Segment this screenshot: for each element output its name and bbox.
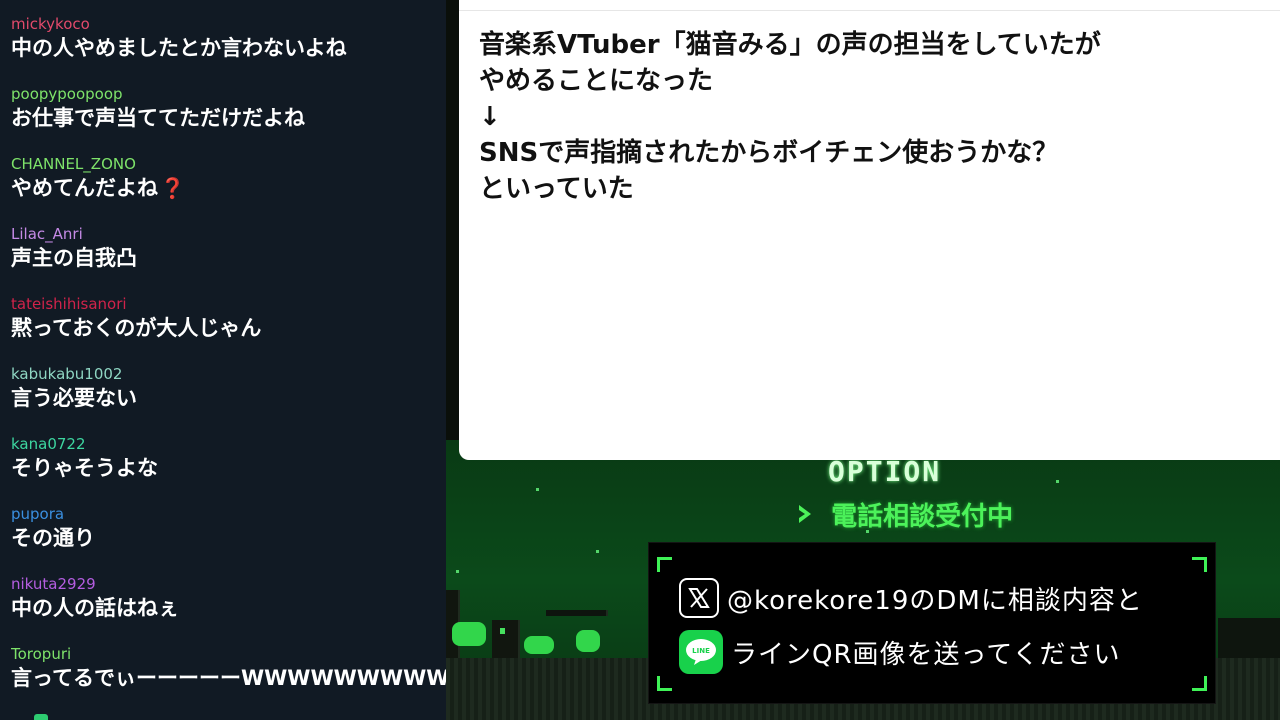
dm-instruction-row: @korekore19のDMに相談内容と [679, 575, 1143, 621]
chat-message-text: 黙っておくのが大人じゃん [11, 316, 262, 340]
chat-message: CHANNEL_ZONO やめてんだよね ❓ [11, 155, 446, 202]
chat-username[interactable]: pupora [11, 505, 446, 523]
chat-message-text: そりゃそうよな [11, 456, 158, 480]
chat-username[interactable]: kabukabu1002 [11, 365, 446, 383]
chat-username[interactable]: mickykoco [11, 15, 446, 33]
chat-message-text: やめてんだよね ❓ [11, 174, 446, 202]
chat-message-body: やめてんだよね [11, 176, 158, 200]
chat-message-text: 声主の自我凸 [11, 246, 137, 270]
bush-decoration [576, 630, 600, 652]
next-message-indicator [34, 714, 48, 720]
chat-message-text: 言ってるでぃーーーーーWWWWWWWWW [11, 666, 446, 690]
building-window [500, 628, 505, 634]
chat-message: mickykoco 中の人やめましたとか言わないよね [11, 15, 446, 62]
chat-message-text: その通り [11, 526, 95, 550]
bush-decoration [524, 636, 554, 654]
chat-username[interactable]: CHANNEL_ZONO [11, 155, 446, 173]
chat-username[interactable]: tateishihisanori [11, 295, 446, 313]
chat-message: Toropuri 言ってるでぃーーーーーWWWWWWWWW [11, 645, 446, 692]
chat-message: kana0722 そりゃそうよな [11, 435, 446, 482]
line-instruction-text: ラインQR画像を送ってください [731, 639, 1121, 670]
consult-banner-label: 電話相談受付中 [831, 502, 1014, 532]
frame-corner [1192, 676, 1207, 691]
line-instruction-row: LINE ラインQR画像を送ってください [679, 629, 1120, 675]
chat-message: kabukabu1002 言う必要ない [11, 365, 446, 412]
live-chat-panel: mickykoco 中の人やめましたとか言わないよね poopypoopoop … [0, 0, 446, 720]
chat-username[interactable]: poopypoopoop [11, 85, 446, 103]
chat-message-text: 言う必要ない [11, 386, 137, 410]
panel-divider [459, 10, 1280, 11]
contact-info-card: @korekore19のDMに相談内容と LINE ラインQR画像を送ってくださ… [648, 542, 1216, 704]
x-logo-icon[interactable] [679, 578, 719, 618]
star-decoration [536, 488, 539, 491]
chat-message: Lilac_Anri 声主の自我凸 [11, 225, 446, 272]
dm-instruction-text: @korekore19のDMに相談内容と [727, 585, 1143, 616]
chevron-right-icon [796, 502, 823, 532]
bird-silhouette [546, 610, 608, 616]
line-app-icon[interactable]: LINE [679, 630, 723, 674]
question-mark-emoji-icon: ❓ [160, 176, 185, 200]
story-text-panel: 音楽系VTuber「猫音みる」の声の担当をしていたが やめることになった ↓ S… [459, 0, 1280, 460]
chat-message: nikuta2929 中の人の話はねぇ [11, 575, 446, 622]
chat-message-text: 中の人やめましたとか言わないよね [11, 36, 347, 60]
frame-corner [1192, 557, 1207, 572]
chat-message: poopypoopoop お仕事で声当ててただけだよね [11, 85, 446, 132]
chat-username[interactable]: Toropuri [11, 645, 446, 663]
frame-corner [657, 676, 672, 691]
chat-message-text: 中の人の話はねぇ [11, 596, 179, 620]
frame-corner [657, 557, 672, 572]
story-text: 音楽系VTuber「猫音みる」の声の担当をしていたが やめることになった ↓ S… [479, 30, 1101, 204]
consult-banner: 電話相談受付中 [796, 496, 1013, 533]
chat-message: pupora その通り [11, 505, 446, 552]
building-silhouette [492, 620, 520, 660]
tree-decoration [452, 622, 486, 646]
chat-username[interactable]: kana0722 [11, 435, 446, 453]
roof-silhouette [1218, 618, 1280, 658]
line-icon-text: LINE [692, 647, 710, 655]
chat-message: tateishihisanori 黙っておくのが大人じゃん [11, 295, 446, 342]
chat-username[interactable]: nikuta2929 [11, 575, 446, 593]
star-decoration [596, 550, 599, 553]
chat-message-text: お仕事で声当ててただけだよね [11, 106, 305, 130]
star-decoration [456, 570, 459, 573]
star-decoration [1056, 480, 1059, 483]
chat-username[interactable]: Lilac_Anri [11, 225, 446, 243]
